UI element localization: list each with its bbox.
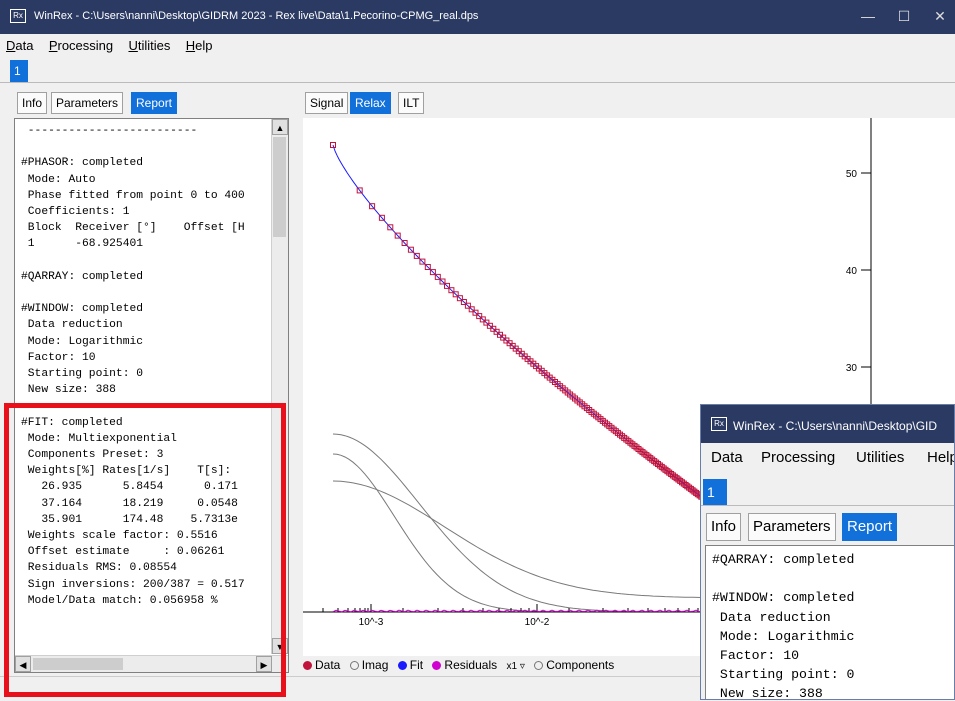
report-text: ------------------------- #PHASOR: compl… — [21, 125, 245, 607]
data-radio-icon — [303, 661, 312, 670]
tab-ilt[interactable]: ILT — [398, 92, 425, 114]
block-tab-bar: 1 — [0, 58, 955, 83]
x-tick-label: 10^-2 — [525, 617, 550, 628]
overlay-report-text: #QARRAY: completed #WINDOW: completed Da… — [712, 552, 855, 700]
overlay-menu-processing[interactable]: Processing — [761, 449, 835, 466]
overlay-window-title: WinRex - C:\Users\nanni\Desktop\GID — [733, 419, 938, 433]
fit-line — [332, 144, 704, 499]
window-title: WinRex - C:\Users\nanni\Desktop\GIDRM 20… — [34, 10, 479, 22]
y-tick-label: 50 — [846, 169, 858, 180]
option-fit[interactable]: Fit — [397, 656, 423, 674]
tab-relax[interactable]: Relax — [350, 92, 391, 114]
option-data[interactable]: Data — [303, 656, 340, 674]
dropdown-icon: ▿ — [519, 661, 525, 672]
component-curve — [332, 453, 701, 613]
maximize-button[interactable]: ☐ — [889, 6, 919, 26]
option-components[interactable]: Components — [534, 656, 614, 674]
plot-options-bar: Data Imag Fit Residuals x1 ▿ Components — [303, 656, 703, 674]
tab-report[interactable]: Report — [131, 92, 178, 114]
residuals-series — [332, 609, 703, 613]
option-imag[interactable]: Imag — [349, 656, 388, 674]
scroll-down-icon[interactable]: ▼ — [272, 638, 288, 654]
tab-parameters[interactable]: Parameters — [51, 92, 124, 114]
overlay-tab-report[interactable]: Report — [842, 513, 898, 541]
report-horizontal-scrollbar[interactable]: ◀ ▶ — [15, 655, 288, 672]
overlay-menu-data[interactable]: Data — [711, 449, 743, 466]
scroll-left-icon[interactable]: ◀ — [15, 656, 31, 672]
overlay-tab-parameters[interactable]: Parameters — [748, 513, 836, 541]
fit-radio-icon — [397, 661, 407, 670]
overlay-menu-help[interactable]: Help — [927, 449, 954, 466]
menu-data[interactable]: Data — [6, 34, 33, 53]
overlay-title-bar: Rx WinRex - C:\Users\nanni\Desktop\GID — [701, 405, 954, 443]
y-tick-label: 30 — [846, 363, 858, 374]
report-panel[interactable]: ------------------------- #PHASOR: compl… — [14, 118, 289, 673]
residuals-radio-icon — [432, 661, 442, 670]
residuals-line — [332, 609, 703, 613]
overlay-report-panel[interactable]: #QARRAY: completed #WINDOW: completed Da… — [705, 545, 954, 700]
minimize-button[interactable]: — — [853, 6, 883, 26]
overlay-tab-info[interactable]: Info — [706, 513, 742, 541]
overlay-window: Rx WinRex - C:\Users\nanni\Desktop\GID D… — [700, 404, 955, 700]
overlay-menu-utilities[interactable]: Utilities — [856, 449, 904, 466]
report-vertical-scrollbar[interactable]: ▲ ▼ — [271, 119, 288, 654]
tab-info[interactable]: Info — [17, 92, 48, 114]
close-button[interactable]: ✕ — [925, 6, 955, 26]
tab-signal[interactable]: Signal — [305, 92, 349, 114]
title-bar: Rx WinRex - C:\Users\nanni\Desktop\GIDRM… — [0, 0, 955, 34]
menu-bar: Data Processing Utilities Help — [0, 34, 955, 58]
menu-utilities[interactable]: Utilities — [128, 34, 170, 53]
menu-processing[interactable]: Processing — [49, 34, 113, 53]
component-curves — [332, 433, 702, 613]
option-residuals[interactable]: Residuals — [432, 656, 497, 674]
block-tab-1[interactable]: 1 — [10, 60, 28, 82]
scroll-thumb[interactable] — [273, 137, 286, 237]
app-icon: Rx — [10, 9, 26, 23]
residuals-scale[interactable]: x1 ▿ — [506, 658, 524, 676]
menu-help[interactable]: Help — [186, 34, 213, 53]
overlay-menu-bar: Data Processing Utilities Help — [701, 443, 954, 475]
y-tick-label: 40 — [846, 266, 858, 277]
imag-radio-icon — [349, 661, 359, 670]
components-radio-icon — [534, 661, 544, 670]
component-curve — [332, 433, 701, 613]
scroll-up-icon[interactable]: ▲ — [272, 119, 288, 135]
hscroll-thumb[interactable] — [33, 658, 123, 670]
data-points — [330, 142, 706, 501]
scroll-right-icon[interactable]: ▶ — [256, 656, 272, 672]
component-curve — [332, 480, 702, 598]
x-tick-label: 10^-3 — [359, 617, 384, 628]
overlay-app-icon: Rx — [711, 417, 727, 431]
overlay-block-bar: 1 — [701, 477, 954, 506]
overlay-block-tab-1[interactable]: 1 — [703, 479, 727, 505]
